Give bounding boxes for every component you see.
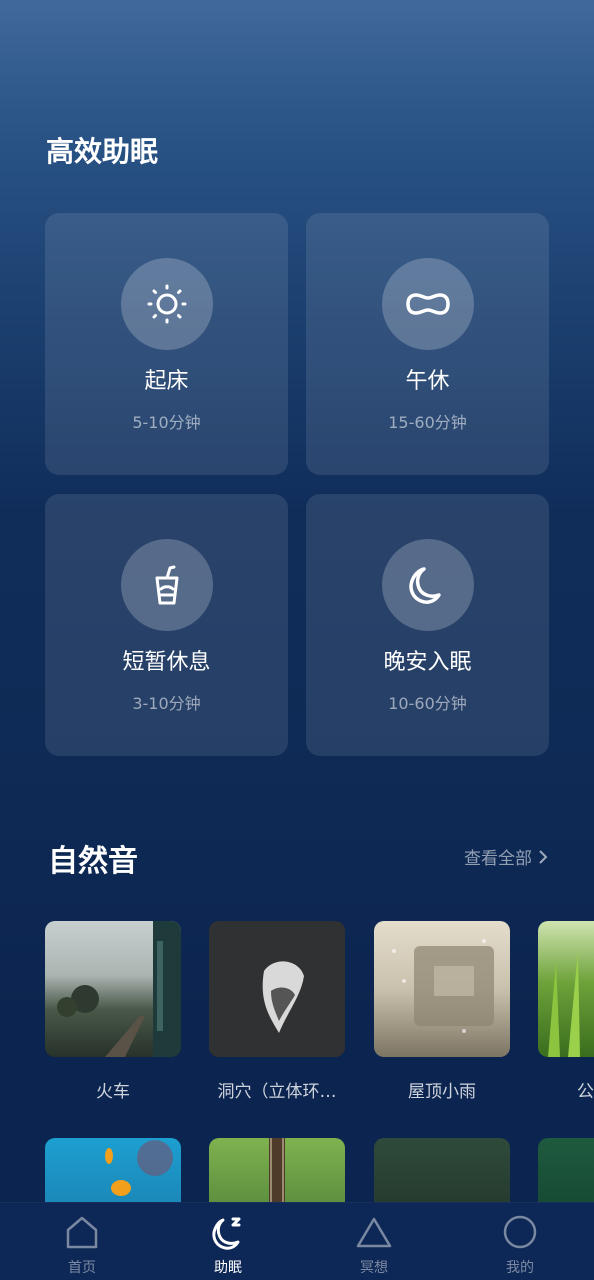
circle-icon — [503, 1215, 537, 1249]
sound-thumb-train[interactable] — [45, 921, 181, 1057]
tab-label: 我的 — [506, 1260, 534, 1276]
sound-label: 洞穴（立体环… — [217, 1082, 337, 1102]
tab-meditation[interactable]: 冥想 — [314, 1203, 434, 1280]
tab-mine[interactable]: 我的 — [460, 1203, 580, 1280]
card-title: 短暂休息 — [122, 650, 211, 675]
see-all-label: 查看全部 — [464, 849, 532, 869]
section-title-nature-sounds: 自然音 — [48, 844, 138, 879]
pillow-icon — [406, 293, 450, 315]
moon-zz-icon — [212, 1217, 241, 1250]
moon-icon — [409, 567, 441, 604]
card-title: 晚安入眠 — [383, 650, 472, 675]
card-wake-up[interactable]: 起床 5-10分钟 — [45, 213, 288, 475]
bottom-tab-bar: 首页 助眠 冥想 我的 — [0, 1202, 594, 1280]
sound-thumb-roof-rain[interactable] — [374, 921, 510, 1057]
card-good-night[interactable]: 晚安入眠 10-60分钟 — [306, 494, 549, 756]
card-icon-circle — [382, 539, 474, 631]
card-icon-circle — [121, 539, 213, 631]
card-title: 午休 — [405, 369, 450, 394]
see-all-link[interactable]: 查看全部 — [464, 844, 548, 869]
card-title: 起床 — [144, 369, 189, 394]
section-title-efficient-sleep: 高效助眠 — [46, 135, 159, 168]
sound-label: 火车 — [96, 1082, 130, 1102]
sound-thumb-grass[interactable] — [538, 921, 594, 1057]
rain-window-image — [392, 939, 494, 1033]
sun-icon — [147, 284, 187, 324]
card-duration: 5-10分钟 — [132, 413, 201, 432]
cave-image — [209, 921, 345, 1057]
tab-home[interactable]: 首页 — [22, 1203, 142, 1280]
tab-label: 助眠 — [214, 1260, 242, 1276]
card-duration: 3-10分钟 — [132, 694, 201, 713]
sound-thumb-cave[interactable] — [209, 921, 345, 1057]
triangle-icon — [356, 1217, 392, 1248]
card-icon-circle — [382, 258, 474, 350]
card-icon-circle — [121, 258, 213, 350]
sound-label: 屋顶小雨 — [408, 1082, 476, 1102]
grass-image — [548, 951, 580, 1057]
card-duration: 15-60分钟 — [388, 413, 467, 432]
sound-label: 公 — [577, 1082, 594, 1102]
tab-sleep-aid[interactable]: 助眠 — [168, 1203, 288, 1280]
train-image — [57, 921, 181, 1057]
card-nap[interactable]: 午休 15-60分钟 — [306, 213, 549, 475]
chevron-right-icon — [539, 849, 548, 864]
home-icon — [66, 1216, 98, 1249]
cup-icon — [155, 565, 179, 605]
tab-label: 冥想 — [360, 1260, 388, 1276]
card-duration: 10-60分钟 — [388, 694, 467, 713]
tab-label: 首页 — [68, 1260, 96, 1276]
card-short-rest[interactable]: 短暂休息 3-10分钟 — [45, 494, 288, 756]
